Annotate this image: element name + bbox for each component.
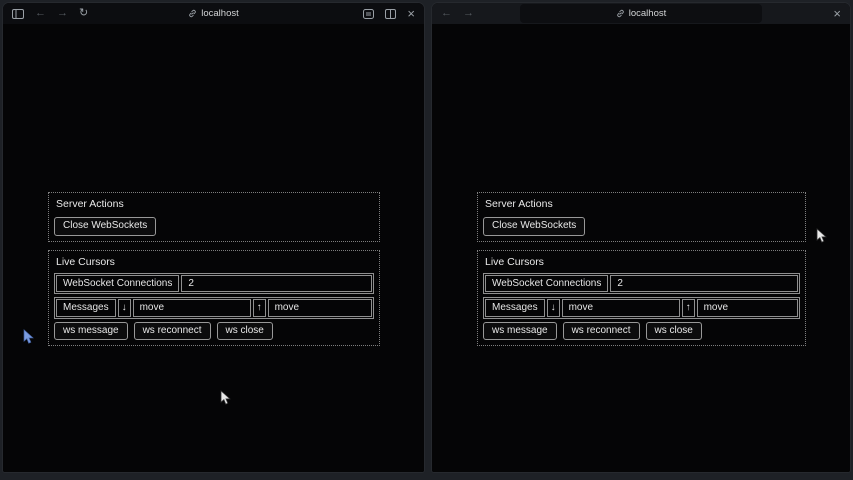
connections-row: WebSocket Connections 2 <box>54 273 374 295</box>
titlebar-right: ← → localhost × <box>432 3 850 24</box>
titlebar-right-actions: × <box>833 7 841 20</box>
link-icon <box>188 9 197 18</box>
titlebar-left: ← → ↻ localhost × <box>3 3 424 24</box>
ws-reconnect-button[interactable]: ws reconnect <box>563 322 640 341</box>
ws-reconnect-button[interactable]: ws reconnect <box>134 322 211 341</box>
live-cursors-panel: Live Cursors WebSocket Connections 2 Mes… <box>477 250 806 347</box>
url-label: localhost <box>201 8 239 19</box>
close-websockets-button[interactable]: Close WebSockets <box>483 217 585 236</box>
received-message-value: move <box>133 299 251 317</box>
close-websockets-button[interactable]: Close WebSockets <box>54 217 156 236</box>
live-cursors-panel: Live Cursors WebSocket Connections 2 Mes… <box>48 250 380 347</box>
received-message-value: move <box>562 299 680 317</box>
titlebar-right-controls: ← → <box>441 8 474 19</box>
page-menu-icon[interactable] <box>363 9 374 19</box>
server-actions-title: Server Actions <box>56 198 374 210</box>
ws-close-button[interactable]: ws close <box>217 322 273 341</box>
ws-buttons-row: ws message ws reconnect ws close <box>54 322 374 341</box>
connections-count: 2 <box>181 275 372 293</box>
titlebar-left-controls: ← → ↻ <box>12 8 88 19</box>
close-icon[interactable]: × <box>833 7 841 20</box>
connections-label: WebSocket Connections <box>485 275 608 293</box>
ws-message-button[interactable]: ws message <box>483 322 557 341</box>
messages-row: Messages ↓ move ↑ move <box>483 297 800 319</box>
sent-arrow-icon: ↑ <box>682 299 695 317</box>
back-icon[interactable]: ← <box>35 8 46 19</box>
server-actions-title: Server Actions <box>485 198 800 210</box>
reload-icon[interactable]: ↻ <box>79 8 88 19</box>
ws-buttons-row: ws message ws reconnect ws close <box>483 322 800 341</box>
close-icon[interactable]: × <box>407 7 415 20</box>
live-cursors-title: Live Cursors <box>485 256 800 268</box>
received-arrow-icon: ↓ <box>118 299 131 317</box>
ws-close-button[interactable]: ws close <box>646 322 702 341</box>
browser-window-right: ← → localhost × Server Actions Close Web… <box>431 2 851 473</box>
server-actions-panel: Server Actions Close WebSockets <box>48 192 380 242</box>
link-icon <box>616 9 625 18</box>
forward-icon[interactable]: → <box>463 8 474 19</box>
messages-row: Messages ↓ move ↑ move <box>54 297 374 319</box>
received-arrow-icon: ↓ <box>547 299 560 317</box>
url-label: localhost <box>629 8 667 19</box>
ws-message-button[interactable]: ws message <box>54 322 128 341</box>
titlebar-left-actions: × <box>363 7 415 20</box>
messages-label: Messages <box>485 299 545 317</box>
sent-message-value: move <box>268 299 372 317</box>
sent-message-value: move <box>697 299 798 317</box>
server-actions-panel: Server Actions Close WebSockets <box>477 192 806 242</box>
browser-window-left: ← → ↻ localhost × Server Actions Close W… <box>2 2 425 473</box>
sidebar-toggle-icon[interactable] <box>12 9 24 19</box>
sent-arrow-icon: ↑ <box>253 299 266 317</box>
page-left: Server Actions Close WebSockets Live Cur… <box>3 24 424 472</box>
connections-count: 2 <box>610 275 798 293</box>
split-view-icon[interactable] <box>385 9 396 19</box>
back-icon[interactable]: ← <box>441 8 452 19</box>
page-right: Server Actions Close WebSockets Live Cur… <box>432 24 850 472</box>
address-bar[interactable]: localhost <box>432 3 850 24</box>
connections-row: WebSocket Connections 2 <box>483 273 800 295</box>
forward-icon[interactable]: → <box>57 8 68 19</box>
messages-label: Messages <box>56 299 116 317</box>
connections-label: WebSocket Connections <box>56 275 179 293</box>
live-cursors-title: Live Cursors <box>56 256 374 268</box>
